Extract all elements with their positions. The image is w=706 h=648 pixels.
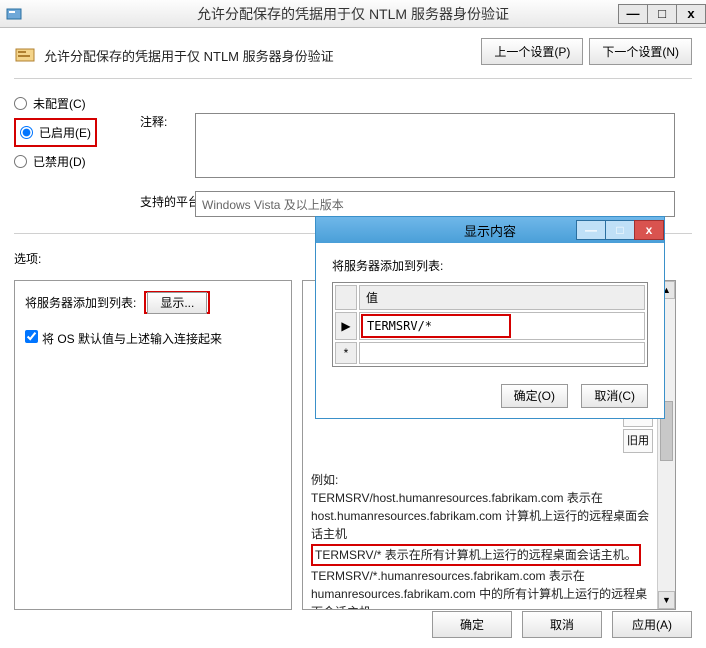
dialog-cancel-button[interactable]: 取消(C) (581, 384, 648, 408)
help-text: TERMSRV/host.humanresources.fabrikam.com… (311, 489, 653, 543)
scroll-down-icon[interactable]: ▼ (658, 591, 675, 609)
window-title: 允许分配保存的凭据用于仅 NTLM 服务器身份验证 (197, 4, 509, 24)
show-contents-dialog: 显示内容 — □ x 将服务器添加到列表: 值 ▶ * (315, 216, 665, 419)
platform-label: 支持的平台: (140, 193, 203, 210)
checkbox-label: 将 OS 默认值与上述输入连接起来 (42, 330, 222, 347)
radio-not-configured[interactable]: 未配置(C) (14, 95, 124, 112)
cancel-button[interactable]: 取消 (522, 611, 602, 638)
highlight-enabled: 已启用(E) (14, 118, 97, 147)
window-close-button[interactable]: x (676, 4, 706, 24)
platform-value: Windows Vista 及以上版本 (195, 191, 675, 217)
grid-corner (335, 285, 357, 310)
next-setting-button[interactable]: 下一个设置(N) (589, 38, 692, 65)
grid-header-value: 值 (359, 285, 645, 310)
help-text: TERMSRV/*.humanresources.fabrikam.com 表示… (311, 567, 653, 610)
radio-label: 已启用(E) (39, 124, 91, 141)
add-servers-label: 将服务器添加到列表: (25, 294, 136, 311)
value-input[interactable] (360, 343, 638, 363)
app-icon (6, 6, 22, 22)
options-panel: 将服务器添加到列表: 显示... 将 OS 默认值与上述输入连接起来 (14, 280, 292, 610)
radio-label: 未配置(C) (33, 95, 86, 112)
radio-enabled[interactable]: 已启用(E) (20, 124, 91, 141)
table-row[interactable]: ▶ (335, 312, 645, 340)
comments-label: 注释: (140, 113, 167, 130)
options-label: 选项: (14, 250, 41, 267)
highlight-value (361, 314, 511, 338)
policy-icon (14, 44, 36, 66)
window-maximize-button[interactable]: □ (647, 4, 677, 24)
radio-label: 已禁用(D) (33, 153, 86, 170)
help-example-label: 例如: (311, 471, 653, 489)
window-titlebar: 允许分配保存的凭据用于仅 NTLM 服务器身份验证 — □ x (0, 0, 706, 28)
concat-os-defaults-checkbox[interactable] (25, 330, 38, 343)
comments-textarea[interactable] (195, 113, 675, 178)
table-row[interactable]: * (335, 342, 645, 364)
ok-button[interactable]: 确定 (432, 611, 512, 638)
dialog-maximize-button[interactable]: □ (605, 220, 635, 240)
divider (14, 78, 692, 79)
dialog-ok-button[interactable]: 确定(O) (501, 384, 568, 408)
dialog-minimize-button[interactable]: — (576, 220, 606, 240)
show-button[interactable]: 显示... (147, 292, 207, 314)
dialog-label: 将服务器添加到列表: (332, 257, 648, 274)
highlight-show: 显示... (144, 291, 210, 314)
dialog-titlebar: 显示内容 — □ x (316, 217, 664, 243)
page-title: 允许分配保存的凭据用于仅 NTLM 服务器身份验证 (44, 46, 334, 65)
apply-button[interactable]: 应用(A) (612, 611, 692, 638)
value-input[interactable] (363, 316, 506, 336)
row-indicator-current: ▶ (335, 312, 357, 340)
cell: 旧用 (623, 429, 653, 453)
prev-setting-button[interactable]: 上一个设置(P) (481, 38, 583, 65)
row-indicator-new: * (335, 342, 357, 364)
dialog-title: 显示内容 (464, 221, 516, 240)
value-grid: 值 ▶ * (332, 282, 648, 367)
window-minimize-button[interactable]: — (618, 4, 648, 24)
dialog-close-button[interactable]: x (634, 220, 664, 240)
radio-disabled[interactable]: 已禁用(D) (14, 153, 124, 170)
help-text-highlight: TERMSRV/* 表示在所有计算机上运行的远程桌面会话主机。 (311, 544, 641, 566)
